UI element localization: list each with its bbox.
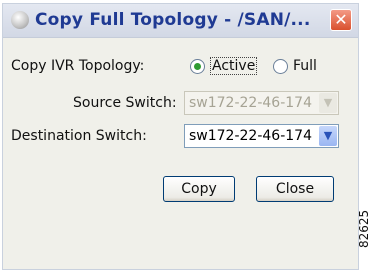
dialog-body: Copy IVR Topology: Active Full Source Sw… xyxy=(3,38,358,269)
radio-full-label[interactable]: Full xyxy=(293,58,317,74)
close-button[interactable]: Close xyxy=(256,176,334,202)
title-bar[interactable]: Copy Full Topology - /SAN/... ✕ xyxy=(3,4,358,38)
radio-active-label[interactable]: Active xyxy=(210,57,258,75)
radio-full[interactable] xyxy=(273,59,288,74)
destination-switch-label: Destination Switch: xyxy=(11,128,147,144)
chevron-down-icon[interactable]: ▼ xyxy=(319,126,337,146)
destination-switch-select[interactable]: sw172-22-46-174 ▼ xyxy=(184,124,339,148)
copy-ivr-topology-label: Copy IVR Topology: xyxy=(11,58,145,74)
copy-button[interactable]: Copy xyxy=(163,176,235,202)
close-window-button[interactable]: ✕ xyxy=(330,9,352,31)
destination-switch-value: sw172-22-46-174 xyxy=(189,128,312,144)
source-switch-select: sw172-22-46-174 ▼ xyxy=(184,91,339,115)
chevron-down-icon: ▼ xyxy=(319,93,337,113)
figure-id-label: 82625 xyxy=(357,209,371,248)
source-switch-value: sw172-22-46-174 xyxy=(189,95,312,111)
source-switch-label: Source Switch: xyxy=(73,95,177,111)
radio-active[interactable] xyxy=(190,59,205,74)
copy-topology-dialog: Copy Full Topology - /SAN/... ✕ Copy IVR… xyxy=(2,3,359,270)
globe-icon xyxy=(11,11,29,29)
dialog-title: Copy Full Topology - /SAN/... xyxy=(35,10,311,30)
radio-active-text: Active xyxy=(210,57,258,75)
radio-selected-dot xyxy=(194,63,201,70)
